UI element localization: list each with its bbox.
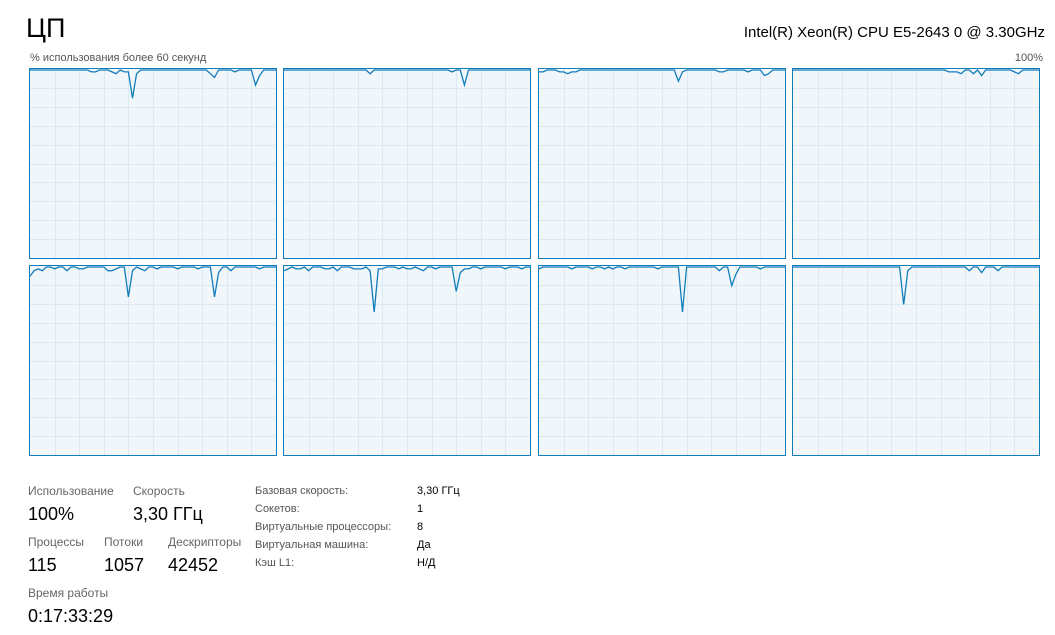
sockets-value: 1 <box>417 503 424 515</box>
speed-label: Скорость <box>133 484 185 498</box>
cpu-core-graph-7[interactable] <box>792 265 1040 456</box>
base-speed-value: 3,30 ГГц <box>417 485 460 497</box>
cpu-core-graph-2[interactable] <box>538 68 786 259</box>
graph-max-label: 100% <box>1014 52 1043 64</box>
cpu-core-graph-6[interactable] <box>538 265 786 456</box>
cpu-core-graph-3[interactable] <box>792 68 1040 259</box>
uptime-label: Время работы <box>28 586 109 600</box>
uptime-value: 0:17:33:29 <box>28 606 114 626</box>
utilization-value: 100% <box>28 504 75 524</box>
sockets-label: Сокетов: <box>255 503 300 515</box>
virtual-machine-label: Виртуальная машина: <box>255 539 369 551</box>
threads-label: Потоки <box>104 535 144 549</box>
graph-caption: % использования более 60 секунд <box>30 52 207 64</box>
threads-value: 1057 <box>104 555 145 575</box>
cpu-core-graph-5[interactable] <box>283 265 531 456</box>
l1-cache-value: Н/Д <box>417 557 436 569</box>
speed-value: 3,30 ГГц <box>133 504 203 524</box>
page-title: ЦП <box>26 13 66 43</box>
handles-value: 42452 <box>168 555 219 575</box>
handles-label: Дескрипторы <box>168 535 242 549</box>
cpu-core-graph-4[interactable] <box>29 265 277 456</box>
virtual-machine-value: Да <box>417 539 431 551</box>
cpu-core-graph-0[interactable] <box>29 68 277 259</box>
utilization-label: Использование <box>28 484 114 498</box>
virtual-processors-value: 8 <box>417 521 424 533</box>
processes-value: 115 <box>28 555 57 575</box>
virtual-processors-label: Виртуальные процессоры: <box>255 521 392 533</box>
processes-label: Процессы <box>28 535 85 549</box>
cpu-core-graph-1[interactable] <box>283 68 531 259</box>
cpu-model-name: Intel(R) Xeon(R) CPU E5-2643 0 @ 3.30GHz <box>743 24 1045 41</box>
l1-cache-label: Кэш L1: <box>255 557 295 569</box>
base-speed-label: Базовая скорость: <box>255 485 349 497</box>
